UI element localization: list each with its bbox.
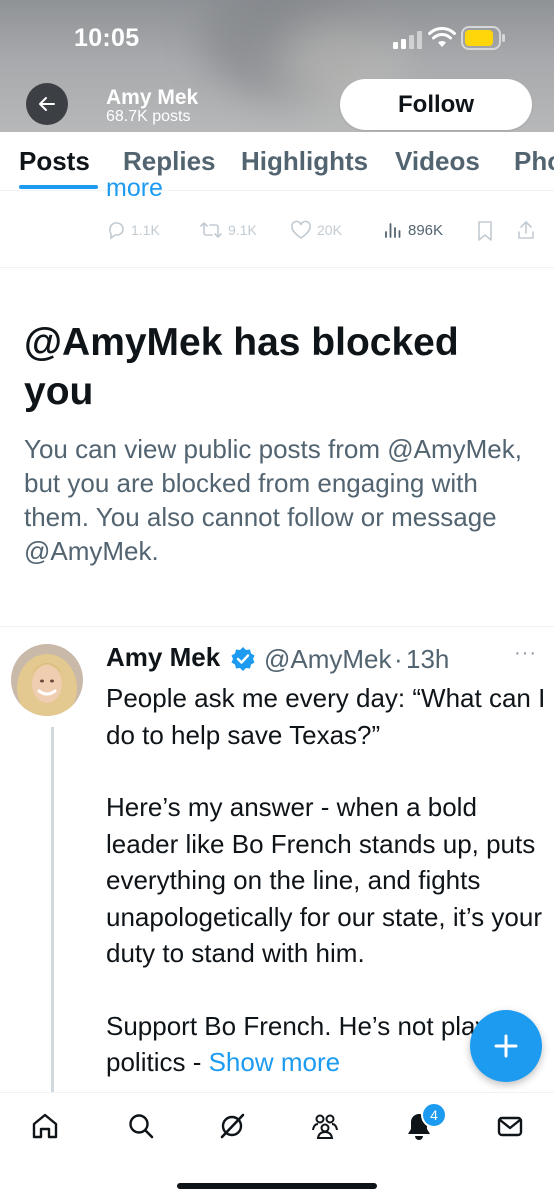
tab-posts[interactable]: Posts [19,146,90,177]
repost-icon [200,222,222,238]
tweet-author-handle[interactable]: @AmyMek [264,644,392,675]
tweet-separator-dot: · [394,644,403,674]
like-action[interactable]: 20K [290,220,342,240]
communities-icon[interactable] [310,1111,340,1141]
reply-action[interactable]: 1.1K [106,220,160,240]
header-post-count: 68.7K posts [106,108,191,125]
show-more-link[interactable]: Show more [209,1047,341,1077]
tab-photos[interactable]: Pho [514,146,554,177]
more-options-icon[interactable]: ··· [514,642,537,665]
profile-tabs: Posts Replies Highlights Videos Pho [0,132,554,191]
bookmark-icon[interactable] [476,220,494,247]
repost-count: 9.1K [228,222,257,238]
views-count: 896K [408,221,444,239]
follow-button[interactable]: Follow [340,79,532,130]
header-name: Amy Mek [106,86,199,109]
active-tab-indicator [19,185,98,189]
reply-count: 1.1K [131,222,160,238]
search-icon[interactable] [126,1111,156,1141]
views-action[interactable]: 896K [383,220,443,240]
heart-icon [291,220,311,239]
status-time: 10:05 [74,24,140,52]
notifications-badge: 4 [421,1102,447,1128]
divider [0,626,554,627]
signal-icon [393,31,423,54]
tweet-paragraph: People ask me every day: “What can I do … [106,683,546,750]
blocked-description: You can view public posts from @AmyMek, … [24,434,522,566]
tweet-author-name[interactable]: Amy Mek [106,642,220,673]
home-icon[interactable] [30,1111,60,1141]
verified-badge-icon [230,646,256,672]
back-button[interactable] [26,83,68,125]
reply-icon [109,222,124,240]
prev-post-more-link[interactable]: more [106,180,163,200]
plus-icon [494,1034,518,1058]
back-arrow-icon [39,97,55,111]
share-icon[interactable] [516,219,536,246]
thread-line [51,727,54,1097]
blocked-title: @AmyMek has blocked you [24,321,459,413]
grok-icon[interactable] [217,1111,247,1141]
tab-highlights[interactable]: Highlights [241,146,368,177]
tweet-paragraph: Here’s my answer - when a bold leader li… [106,792,542,968]
repost-action[interactable]: 9.1K [199,220,257,240]
avatar[interactable] [11,644,83,716]
battery-icon [461,26,507,55]
tab-replies[interactable]: Replies [123,146,216,177]
compose-button[interactable] [470,1010,542,1082]
like-count: 20K [317,222,342,238]
tweet-timestamp[interactable]: 13h [406,644,449,675]
home-indicator[interactable] [177,1183,377,1189]
wifi-icon [428,26,456,54]
views-icon [385,223,401,238]
divider [0,267,554,268]
messages-icon[interactable] [495,1111,525,1141]
tab-videos[interactable]: Videos [395,146,480,177]
